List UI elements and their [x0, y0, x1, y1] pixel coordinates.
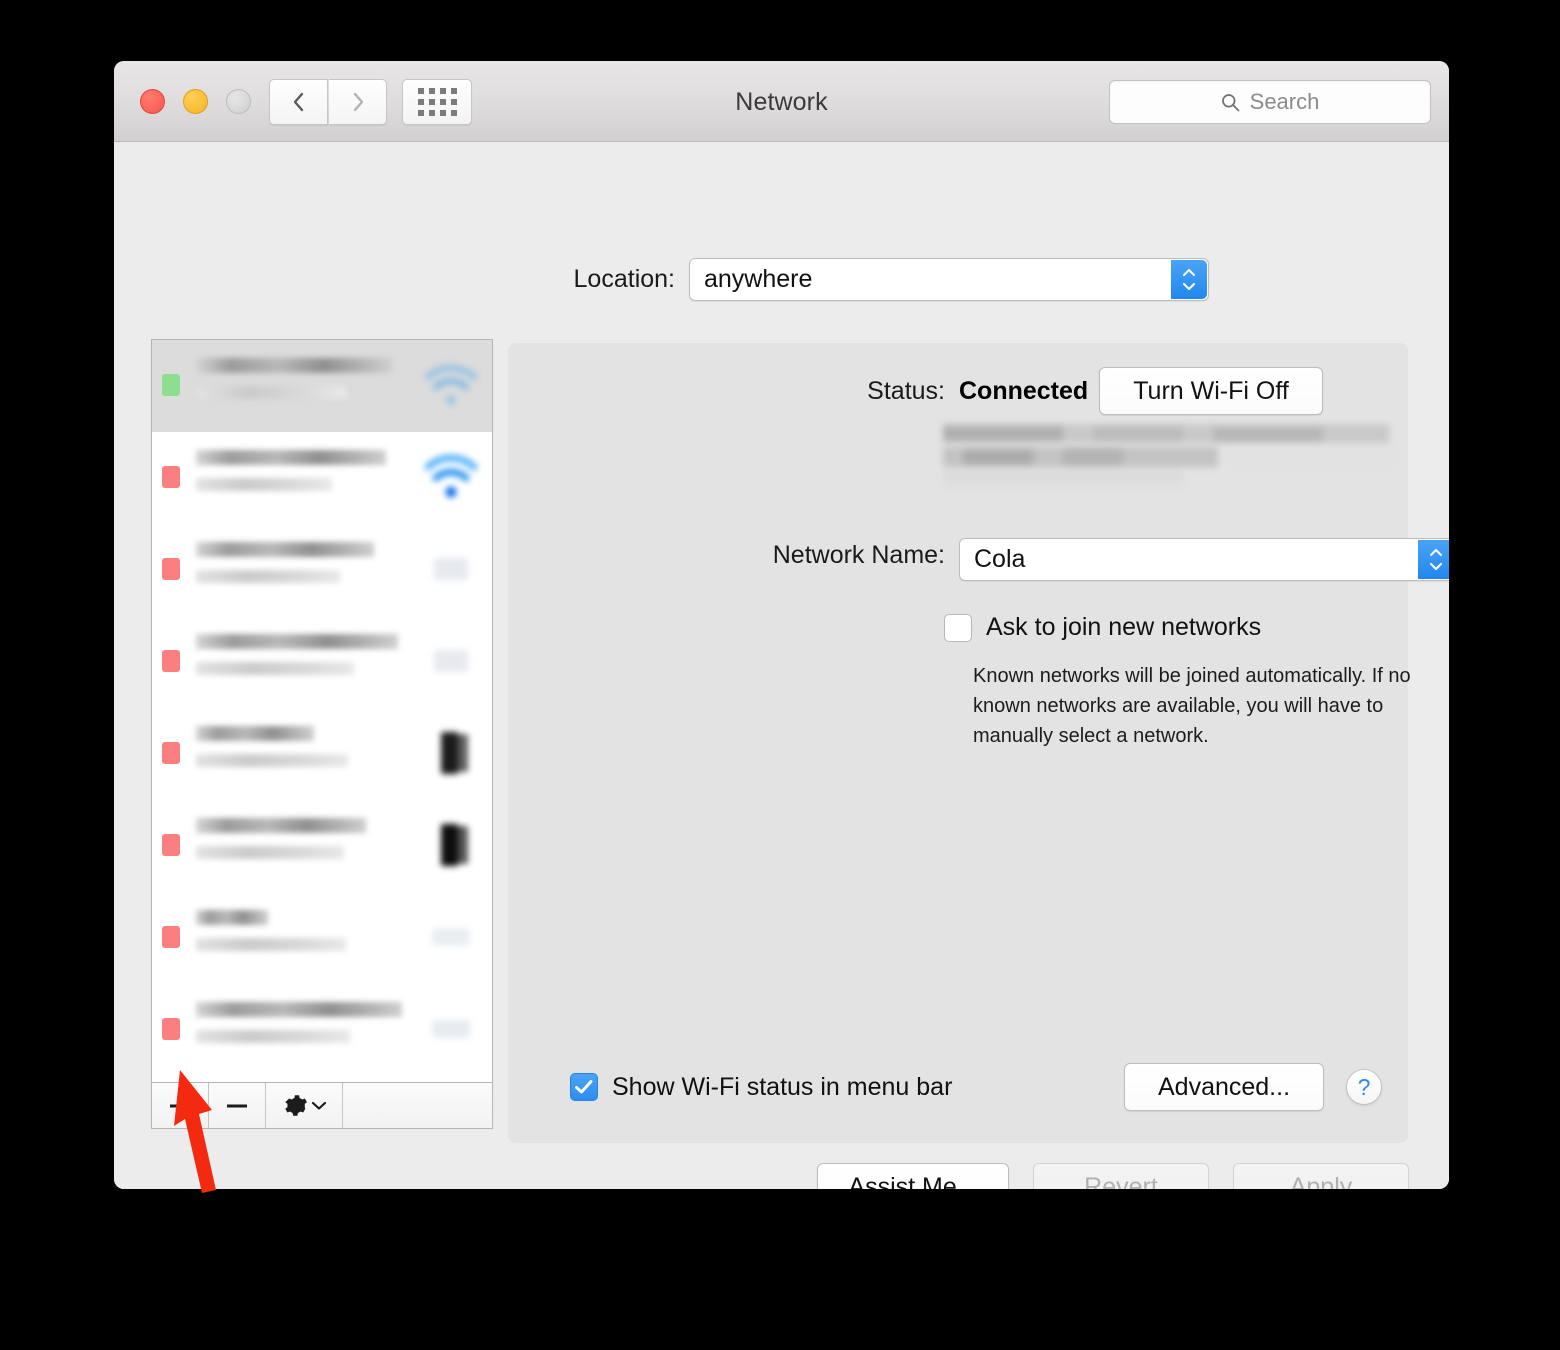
ask-to-join-label: Ask to join new networks [986, 613, 1262, 641]
service-status-dot [162, 466, 180, 488]
help-button[interactable]: ? [1346, 1069, 1382, 1105]
turn-wifi-off-button[interactable]: Turn Wi-Fi Off [1099, 367, 1323, 415]
wifi-detail-panel: Status: Connected Turn Wi-Fi Off Network… [508, 343, 1449, 1143]
network-icon [434, 650, 468, 672]
toolbar-filler [343, 1083, 492, 1128]
location-stepper-icon [1171, 260, 1207, 299]
remove-service-button[interactable] [209, 1083, 266, 1128]
advanced-button[interactable]: Advanced... [1124, 1063, 1324, 1111]
service-name-redacted [196, 1002, 402, 1017]
service-list[interactable] [151, 339, 493, 1083]
service-name-redacted [196, 450, 386, 465]
checkmark-icon [575, 1080, 593, 1094]
add-service-button[interactable] [152, 1083, 209, 1128]
chevron-down-icon [311, 1101, 327, 1110]
wifi-icon [424, 454, 478, 498]
service-status-dot [162, 742, 180, 764]
service-detail-redacted [196, 570, 340, 583]
network-name-label: Network Name: [772, 541, 945, 569]
minus-icon [227, 1104, 247, 1107]
list-item[interactable] [152, 432, 492, 524]
search-icon [1221, 93, 1239, 111]
service-name-redacted [196, 542, 374, 557]
service-name-redacted [196, 358, 392, 373]
network-preferences-window: Network Search Location: anywhere Status… [114, 61, 1449, 1189]
location-row: Location: anywhere [114, 258, 1449, 301]
show-wifi-status-label: Show Wi-Fi status in menu bar [612, 1072, 953, 1101]
status-label: Status: [867, 377, 945, 405]
show-status-row[interactable]: Show Wi-Fi status in menu bar [570, 1073, 952, 1102]
plus-icon [170, 1095, 190, 1116]
service-status-dot [162, 1018, 180, 1040]
service-name-redacted [196, 818, 366, 833]
search-field[interactable]: Search [1109, 80, 1431, 124]
service-detail-redacted [196, 938, 346, 951]
location-label: Location: [573, 265, 675, 293]
gear-icon [285, 1095, 307, 1116]
list-item[interactable] [152, 524, 492, 616]
network-name-value: Cola [974, 545, 1026, 573]
status-description-redacted [943, 424, 1391, 486]
show-wifi-status-checkbox[interactable] [570, 1073, 598, 1101]
window-body: Location: anywhere Status: Connected Tur… [114, 142, 1449, 1189]
desktop-background: Network Search Location: anywhere Status… [0, 0, 1560, 1350]
service-status-dot [162, 374, 180, 396]
service-detail-redacted [196, 1030, 350, 1043]
list-item[interactable] [152, 708, 492, 800]
assist-me-button[interactable]: Assist Me... [817, 1163, 1009, 1189]
service-status-dot [162, 650, 180, 672]
location-popup-button[interactable]: anywhere [689, 258, 1209, 301]
network-icon [432, 1020, 470, 1038]
service-detail-redacted [196, 478, 332, 491]
port-icon [441, 732, 468, 774]
service-detail-redacted [196, 846, 344, 859]
network-icon [434, 558, 468, 580]
footer-buttons: Assist Me... Revert Apply [817, 1163, 1409, 1189]
apply-button: Apply [1233, 1163, 1409, 1189]
service-list-toolbar [151, 1083, 493, 1129]
service-status-dot [162, 834, 180, 856]
list-item[interactable] [152, 616, 492, 708]
panel-bottom-row: Show Wi-Fi status in menu bar Advanced..… [570, 1063, 1382, 1111]
network-name-popup-button[interactable]: Cola [959, 538, 1449, 581]
wifi-icon [424, 364, 478, 405]
service-detail-redacted [196, 754, 348, 767]
ask-to-join-checkbox[interactable] [944, 613, 972, 642]
search-placeholder: Search [1249, 89, 1320, 114]
service-status-dot [162, 926, 180, 948]
service-name-redacted [196, 726, 314, 741]
network-icon [432, 928, 470, 946]
status-value: Connected [959, 377, 1089, 405]
list-item[interactable] [152, 340, 492, 432]
service-detail-redacted [196, 662, 354, 675]
list-item[interactable] [152, 800, 492, 892]
service-name-redacted [196, 634, 398, 649]
service-status-dot [162, 558, 180, 580]
service-detail-redacted [196, 386, 346, 399]
ask-to-join-help-text: Known networks will be joined automatica… [973, 665, 1411, 747]
revert-button: Revert [1033, 1163, 1209, 1189]
service-name-redacted [196, 910, 268, 925]
service-actions-button[interactable] [266, 1083, 343, 1128]
window-titlebar: Network Search [114, 61, 1449, 142]
ask-to-join-row[interactable]: Ask to join new networks [944, 613, 1261, 642]
port-icon [441, 824, 468, 866]
list-item[interactable] [152, 1076, 492, 1082]
list-item[interactable] [152, 892, 492, 984]
location-value: anywhere [704, 265, 813, 293]
network-name-stepper-icon [1418, 540, 1449, 579]
list-item[interactable] [152, 984, 492, 1076]
